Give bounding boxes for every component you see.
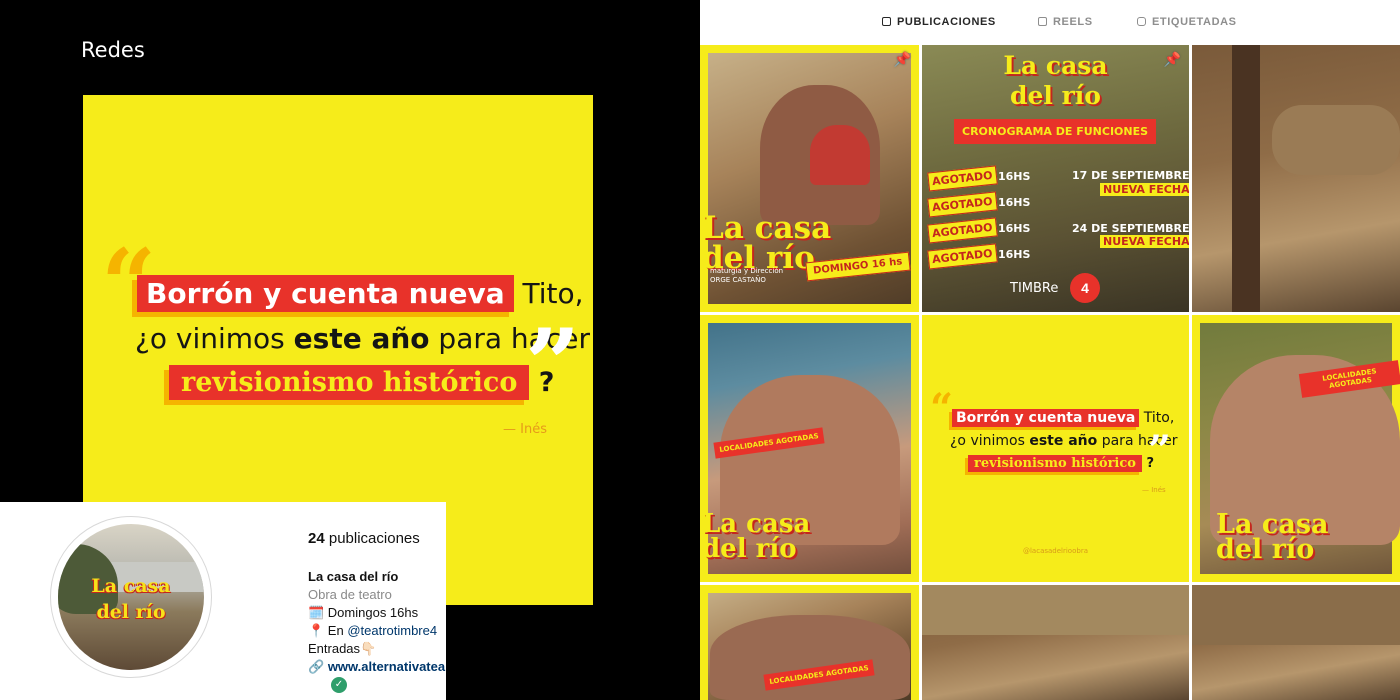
sold-out-tag: AGOTADO: [927, 243, 998, 270]
open-quote-mark: “: [930, 385, 954, 432]
show-date: 17 DE SEPTIEMBRE, 1: [1072, 169, 1189, 182]
new-date-tag: NUEVA FECHA: [1100, 183, 1189, 196]
bio-tickets: Entradas👇🏻: [308, 641, 377, 656]
post-tile-6[interactable]: LOCALIDADES AGOTADAS La casa del río: [1192, 315, 1400, 582]
bio-schedule: 🗓️ Domingos 16hs: [308, 605, 419, 620]
post-tile-2[interactable]: La casa del río CRONOGRAMA DE FUNCIONES …: [922, 45, 1189, 312]
quote-post: “ Borrón y cuenta nueva Tito, ¿o vinimos…: [922, 315, 1189, 582]
tab-etiquetadas[interactable]: ETIQUETADAS: [1137, 16, 1237, 28]
mini-quote-line-1-rest: Tito,: [1139, 410, 1175, 426]
post-title-line-2: del río: [702, 534, 797, 564]
river: [1272, 105, 1400, 175]
theater-logo: 4: [1070, 273, 1100, 303]
post-tile-9[interactable]: [1192, 585, 1400, 700]
credits-line-2: ORGE CASTAÑO: [710, 276, 766, 284]
mini-quote-line-2: ¿o vinimos este año para hacer: [950, 433, 1178, 449]
left-panel: Redes “ Borrón y cuenta nueva Tito, ¿o v…: [0, 0, 700, 700]
theater-brand: TIMBRe: [1010, 281, 1059, 296]
posts-count[interactable]: 24 publicaciones: [308, 530, 420, 547]
tab-etiquetadas-label: ETIQUETADAS: [1152, 16, 1237, 28]
post-title-line-2: del río: [1010, 81, 1101, 110]
show-date: 24 DE SEPTIEMBRE, 1: [1072, 222, 1189, 235]
mini-quote-line-3: revisionismo histórico ?: [968, 455, 1154, 472]
show-time: 16HS: [998, 196, 1031, 209]
avatar-title-line-2: del río: [96, 601, 166, 623]
profile-tabs: PUBLICACIONES REELS ETIQUETADAS: [700, 0, 1400, 45]
sold-out-tag: AGOTADO: [927, 217, 998, 244]
section-title: Redes: [81, 38, 145, 62]
posts-grid: La casa del río DOMINGO 16 hs maturgia y…: [700, 45, 1400, 700]
mini-quote-line-1: Borrón y cuenta nueva Tito,: [952, 409, 1174, 427]
profile-name: La casa del río: [308, 569, 399, 584]
post-title-line-1: La casa: [1003, 51, 1108, 80]
mini-quote-highlight-1: Borrón y cuenta nueva: [952, 409, 1140, 427]
sold-out-tag: AGOTADO: [927, 165, 998, 192]
mini-quote-author: — Inés: [1142, 486, 1166, 494]
show-time: 16HS: [998, 248, 1031, 261]
tree-trunk: [1232, 45, 1260, 312]
quote-line-2-bold: este año: [293, 322, 430, 355]
posts-count-label: publicaciones: [324, 530, 420, 547]
post-tile-1[interactable]: La casa del río DOMINGO 16 hs maturgia y…: [700, 45, 919, 312]
grid-icon: [882, 17, 891, 26]
right-panel: PUBLICACIONES REELS ETIQUETADAS La casa …: [700, 0, 1400, 700]
bio-location-prefix: 📍 En: [308, 623, 348, 638]
pin-icon: 📌: [1163, 51, 1181, 67]
quote-line-1: Borrón y cuenta nueva Tito,: [137, 275, 584, 312]
tagged-icon: [1137, 17, 1146, 26]
mini-quote-highlight-3: revisionismo histórico: [968, 455, 1142, 472]
new-date-tag: NUEVA FECHA: [1100, 235, 1189, 248]
pin-icon: 📌: [893, 51, 911, 67]
mini-quote-line-2-bold: este año: [1029, 433, 1098, 449]
post-tile-3[interactable]: [1192, 45, 1400, 312]
verified-check-icon: ✓: [331, 677, 347, 693]
bio-location-mention[interactable]: @teatrotimbre4: [347, 623, 437, 638]
schedule-subtitle: CRONOGRAMA DE FUNCIONES: [954, 119, 1157, 144]
tab-reels[interactable]: REELS: [1038, 16, 1093, 28]
sold-out-tag: AGOTADO: [927, 191, 998, 218]
post-tile-8[interactable]: [922, 585, 1189, 700]
reels-icon: [1038, 17, 1047, 26]
tab-reels-label: REELS: [1053, 16, 1093, 28]
profile-header: La casa del río 24 publicaciones La casa…: [0, 502, 446, 700]
water: [922, 585, 1189, 635]
close-quote-mark: ”: [1148, 427, 1172, 474]
mini-quote-line-2-a: ¿o vinimos: [950, 433, 1030, 449]
show-time: 16HS: [998, 222, 1031, 235]
avatar-title-line-1: La casa: [91, 575, 171, 597]
show-time: 16HS: [998, 170, 1031, 183]
post-tile-4[interactable]: LOCALIDADES AGOTADAS La casa del río: [700, 315, 919, 582]
post-tile-7[interactable]: LOCALIDADES AGOTADAS: [700, 585, 919, 700]
bio-location: 📍 En @teatrotimbre4: [308, 623, 437, 639]
quote-line-1-rest: Tito,: [513, 277, 584, 310]
river: [1192, 585, 1400, 645]
avatar[interactable]: La casa del río: [58, 524, 204, 670]
posts-count-number: 24: [308, 530, 325, 547]
instagram-handle: @lacasadelrioobra: [1022, 547, 1088, 555]
credits-line-1: maturgia y Dirección: [710, 267, 784, 275]
link-icon: 🔗: [308, 659, 325, 674]
profile-category: Obra de teatro: [308, 587, 392, 602]
quote-highlight-1: Borrón y cuenta nueva: [137, 275, 514, 312]
tab-publicaciones[interactable]: PUBLICACIONES: [882, 16, 996, 28]
quote-line-2: ¿o vinimos este año para hacer: [135, 322, 590, 355]
close-quote-mark: ”: [525, 308, 581, 421]
quote-highlight-3: revisionismo histórico: [169, 365, 530, 400]
post-title-line-2: del río: [1216, 534, 1315, 565]
swimsuit-figure: [810, 125, 870, 185]
bio-link-text[interactable]: www.alternativatea: [328, 659, 445, 674]
tab-publicaciones-label: PUBLICACIONES: [897, 16, 996, 28]
avatar-ring[interactable]: La casa del río: [50, 516, 212, 678]
bio-link[interactable]: 🔗 www.alternativatea: [308, 659, 445, 675]
post-tile-5[interactable]: “ Borrón y cuenta nueva Tito, ¿o vinimos…: [922, 315, 1189, 582]
screenshot-composite: Redes “ Borrón y cuenta nueva Tito, ¿o v…: [0, 0, 1400, 700]
quote-line-3: revisionismo histórico ?: [169, 365, 554, 400]
quote-author: — Inés: [503, 422, 547, 437]
quote-line-2-a: ¿o vinimos: [135, 322, 294, 355]
cast-group-photo: [710, 615, 910, 700]
